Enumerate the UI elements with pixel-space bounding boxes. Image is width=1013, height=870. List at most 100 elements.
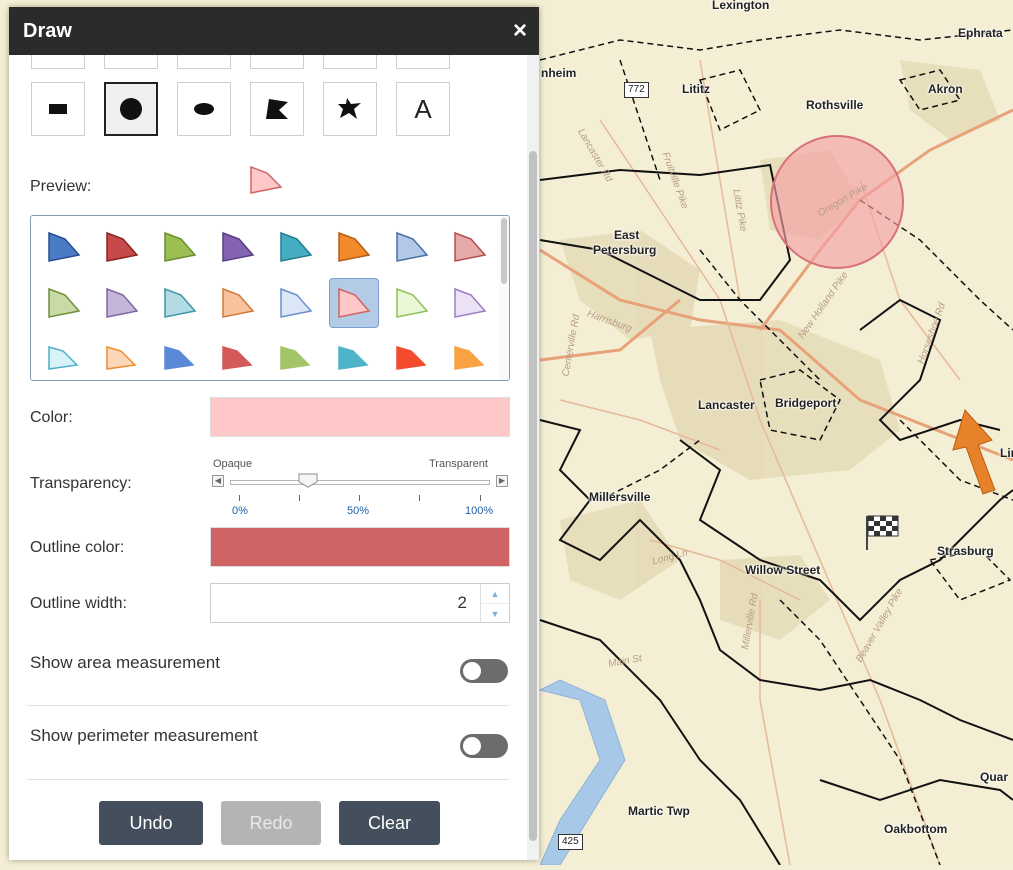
symbol-swatch[interactable]	[213, 222, 263, 272]
highway-label: Lin	[1000, 446, 1013, 460]
outline-width-label: Outline width:	[30, 595, 127, 612]
ellipse-tool[interactable]	[177, 82, 231, 136]
swatch-shape	[106, 231, 139, 262]
symbol-swatch[interactable]	[213, 334, 263, 380]
rectangle-tool[interactable]	[31, 82, 85, 136]
map-label: Akron	[928, 82, 963, 96]
symbol-swatch[interactable]	[329, 222, 379, 272]
symbol-swatch[interactable]	[445, 278, 495, 328]
swatch-shape	[280, 231, 313, 262]
swatch-shape	[164, 231, 197, 262]
clear-button[interactable]: Clear	[339, 801, 440, 845]
symbol-swatch[interactable]	[155, 222, 205, 272]
slider-thumb[interactable]	[298, 473, 318, 488]
map-label: Quar	[980, 770, 1009, 784]
symbol-swatch[interactable]	[213, 278, 263, 328]
slider-decrement-arrow[interactable]: ◀	[212, 475, 224, 487]
slider-track[interactable]	[230, 480, 490, 485]
panel-scrollbar[interactable]	[527, 55, 539, 860]
preview-shape	[250, 165, 283, 194]
palette-scroll-thumb[interactable]	[501, 218, 507, 284]
filled-circle-icon	[120, 98, 142, 120]
freehand-polygon-icon	[338, 98, 361, 119]
symbol-swatch[interactable]	[39, 278, 89, 328]
symbol-swatch[interactable]	[329, 278, 379, 328]
symbol-swatch[interactable]	[387, 278, 437, 328]
decrement-button[interactable]: ▼	[481, 603, 509, 623]
toggle-knob	[463, 737, 481, 755]
polygon-tool[interactable]	[250, 82, 304, 136]
freehand-polygon-tool[interactable]	[323, 82, 377, 136]
perimeter-measurement-label: Show perimeter measurement	[30, 726, 258, 745]
line-tool[interactable]	[104, 55, 158, 69]
tick-mark	[359, 495, 360, 501]
arrow-tool[interactable]	[323, 55, 377, 69]
symbol-swatch[interactable]	[155, 278, 205, 328]
transparency-slider[interactable]: ◀ ▶	[212, 473, 508, 491]
redo-button[interactable]: Redo	[221, 801, 321, 845]
symbol-swatch[interactable]	[445, 222, 495, 272]
text-tool[interactable]: A	[396, 82, 450, 136]
symbol-swatch[interactable]	[97, 278, 147, 328]
point-tool[interactable]	[31, 55, 85, 69]
palette-scrollbar[interactable]	[499, 216, 509, 380]
stepper-buttons: ▲ ▼	[480, 584, 509, 622]
triangle-tool[interactable]	[396, 55, 450, 69]
swatch-shape	[222, 231, 255, 262]
map-label: Lexington	[712, 0, 770, 12]
close-button[interactable]: ×	[513, 19, 527, 43]
symbol-swatch[interactable]	[97, 222, 147, 272]
outline-width-value[interactable]: 2	[458, 593, 467, 613]
outline-color-picker[interactable]	[210, 527, 510, 567]
circle-tool[interactable]	[104, 82, 158, 136]
undo-button[interactable]: Undo	[99, 801, 203, 845]
perimeter-measurement-toggle[interactable]	[460, 734, 508, 758]
freehand-line-tool[interactable]	[250, 55, 304, 69]
swatch-shape	[396, 231, 429, 262]
swatch-shape	[454, 231, 487, 262]
swatch-shape	[48, 287, 81, 318]
panel-scroll-thumb[interactable]	[529, 151, 537, 841]
swatch-shape	[338, 231, 371, 262]
swatch-shape	[454, 346, 485, 370]
map-label: Willow Street	[745, 563, 821, 577]
swatch-shape	[48, 346, 79, 370]
tick-label: 100%	[465, 505, 494, 517]
map-label: Rothsville	[806, 98, 864, 112]
symbol-swatch[interactable]	[39, 334, 89, 380]
symbol-swatch[interactable]	[155, 334, 205, 380]
symbol-swatch[interactable]	[387, 222, 437, 272]
symbol-swatch[interactable]	[97, 334, 147, 380]
opaque-caption: Opaque	[213, 458, 253, 470]
fill-color-picker[interactable]	[210, 397, 510, 437]
swatch-shape	[280, 287, 313, 318]
symbol-swatch[interactable]	[271, 334, 321, 380]
draw-panel: Draw × A Preview: Color: Transparency: O…	[9, 7, 539, 860]
symbol-palette[interactable]	[30, 215, 510, 381]
symbol-swatch[interactable]	[271, 222, 321, 272]
outline-width-stepper[interactable]: 2 ▲ ▼	[210, 583, 510, 623]
swatch-shape	[106, 346, 137, 370]
swatch-shape	[106, 287, 139, 318]
tool-row-shapes: A	[31, 82, 450, 136]
text-a-icon: A	[414, 93, 432, 124]
filled-polygon-icon	[266, 99, 288, 119]
area-measurement-toggle[interactable]	[460, 659, 508, 683]
swatch-shape	[164, 346, 195, 370]
map-label: Martic Twp	[628, 804, 690, 818]
filled-rectangle-icon	[49, 104, 67, 114]
route-shield: 772	[624, 82, 649, 98]
symbol-swatch[interactable]	[271, 278, 321, 328]
outline-color-label: Outline color:	[30, 539, 125, 556]
increment-button[interactable]: ▲	[481, 584, 509, 603]
symbol-swatch[interactable]	[445, 334, 495, 380]
swatch-shape	[338, 287, 371, 318]
polyline-tool[interactable]	[177, 55, 231, 69]
symbol-swatch[interactable]	[387, 334, 437, 380]
slider-increment-arrow[interactable]: ▶	[496, 475, 508, 487]
swatch-shape	[48, 231, 81, 262]
tick-label: 0%	[232, 505, 248, 517]
symbol-swatch[interactable]	[329, 334, 379, 380]
transparent-caption: Transparent	[429, 458, 488, 470]
symbol-swatch[interactable]	[39, 222, 89, 272]
